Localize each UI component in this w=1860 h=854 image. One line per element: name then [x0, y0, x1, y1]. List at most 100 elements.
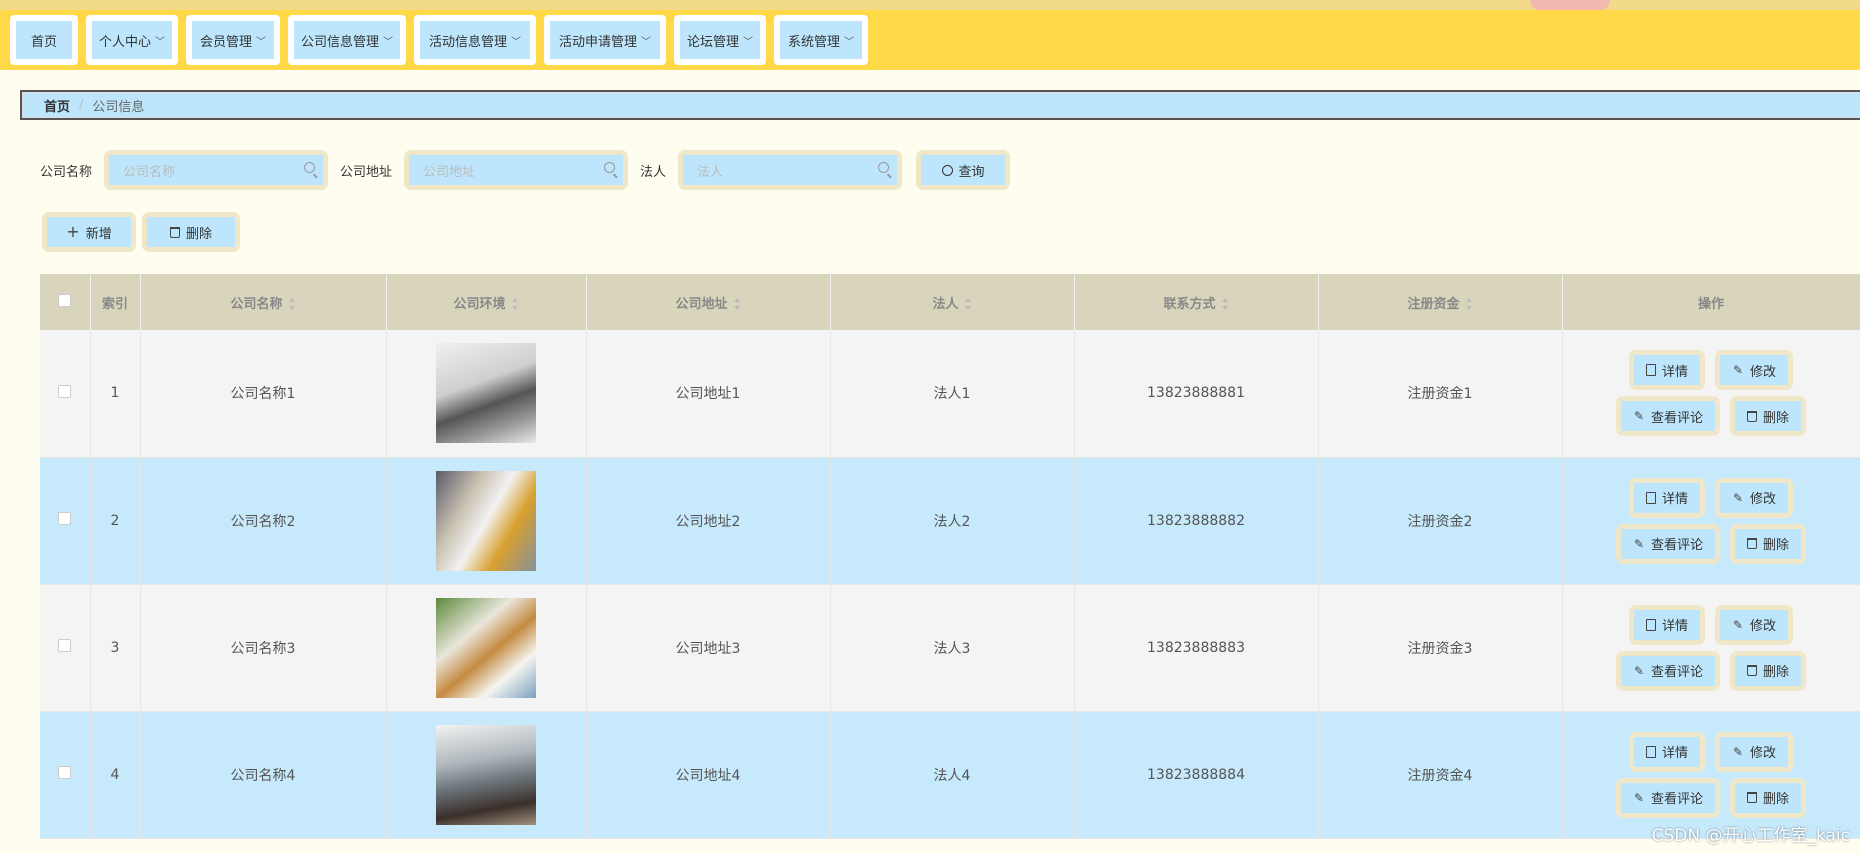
trash-icon [169, 226, 180, 238]
company-environment-image[interactable] [436, 724, 536, 825]
view-comments-label: 查看评论 [1650, 538, 1703, 553]
detail-button[interactable]: 详情 [1628, 477, 1705, 518]
row-delete-label: 删除 [1763, 665, 1790, 680]
header-environment[interactable]: 公司环境 [386, 274, 587, 330]
add-button-label: 新增 [85, 226, 112, 242]
add-button[interactable]: + 新增 [42, 212, 136, 252]
row-delete-button[interactable]: 删除 [1730, 523, 1807, 564]
header-company-name[interactable]: 公司名称 [140, 274, 387, 330]
header-operations-label: 操作 [1697, 296, 1724, 312]
sort-icon[interactable] [288, 298, 296, 310]
nav-item-application-management[interactable]: 活动申请管理 ﹀ [544, 15, 666, 65]
view-comments-button[interactable]: ✎ 查看评论 [1615, 396, 1720, 437]
nav-item-personal-center[interactable]: 个人中心 ﹀ [86, 15, 178, 65]
header-legal-label: 法人 [932, 296, 959, 312]
edit-icon: ✎ [1633, 663, 1645, 678]
legal-person-label: 法人 [640, 164, 667, 180]
edit-button[interactable]: ✎ 修改 [1715, 477, 1794, 518]
detail-button[interactable]: 详情 [1628, 604, 1705, 645]
row-delete-button[interactable]: 删除 [1730, 650, 1807, 691]
search-icon [604, 162, 616, 173]
row-checkbox[interactable] [58, 384, 72, 398]
edit-label: 修改 [1750, 492, 1777, 507]
row-delete-button[interactable]: 删除 [1730, 777, 1807, 818]
edit-button[interactable]: ✎ 修改 [1715, 604, 1794, 645]
company-name-input[interactable]: 公司名称 [104, 150, 329, 190]
edit-icon: ✎ [1633, 536, 1645, 551]
nav-item-activity-management[interactable]: 活动信息管理 ﹀ [414, 15, 536, 65]
cell-address: 公司地址2 [586, 457, 831, 585]
detail-label: 详情 [1661, 746, 1688, 761]
nav-item-label: 公司信息管理 [300, 34, 379, 50]
edit-icon: ✎ [1633, 790, 1645, 805]
edit-icon: ✎ [1732, 490, 1744, 505]
detail-button[interactable]: 详情 [1628, 350, 1705, 391]
cell-address: 公司地址3 [586, 584, 831, 712]
query-button-label: 查询 [958, 164, 985, 180]
sort-icon[interactable] [964, 298, 972, 310]
detail-label: 详情 [1661, 364, 1688, 380]
view-comments-button[interactable]: ✎ 查看评论 [1615, 523, 1720, 564]
row-operations: 详情 ✎ 修改 ✎ 查看评论 删除 [1563, 477, 1860, 564]
cell-legal: 法人2 [830, 457, 1075, 585]
select-all-checkbox[interactable] [58, 293, 72, 307]
search-icon [878, 162, 890, 173]
chevron-down-icon: ﹀ [256, 36, 266, 48]
batch-delete-label: 删除 [185, 226, 212, 242]
chevron-down-icon: ﹀ [641, 36, 651, 48]
legal-person-placeholder: 法人 [697, 164, 724, 180]
sort-icon[interactable] [1221, 298, 1229, 310]
company-environment-image[interactable] [436, 343, 536, 444]
row-delete-button[interactable]: 删除 [1730, 396, 1807, 437]
document-icon [1645, 618, 1656, 631]
edit-button[interactable]: ✎ 修改 [1715, 350, 1794, 391]
company-name-label: 公司名称 [40, 164, 93, 180]
company-name-placeholder: 公司名称 [123, 164, 176, 180]
search-icon [941, 164, 953, 176]
cell-phone: 13823888883 [1074, 584, 1319, 712]
company-address-placeholder: 公司地址 [423, 164, 476, 180]
header-capital[interactable]: 注册资金 [1318, 274, 1563, 330]
sort-icon[interactable] [733, 298, 741, 310]
header-phone[interactable]: 联系方式 [1074, 274, 1319, 330]
nav-item-home[interactable]: 首页 [10, 15, 78, 65]
cell-capital: 注册资金3 [1318, 584, 1563, 712]
view-comments-button[interactable]: ✎ 查看评论 [1615, 777, 1720, 818]
row-checkbox[interactable] [58, 512, 72, 525]
nav-item-forum-management[interactable]: 论坛管理 ﹀ [674, 15, 766, 65]
company-address-input[interactable]: 公司地址 [404, 150, 629, 190]
nav-item-company-management[interactable]: 公司信息管理 ﹀ [288, 15, 406, 65]
nav-item-system-management[interactable]: 系统管理 ﹀ [774, 15, 868, 65]
legal-person-input[interactable]: 法人 [678, 150, 903, 190]
header-address[interactable]: 公司地址 [586, 274, 831, 330]
row-checkbox[interactable] [58, 639, 72, 652]
breadcrumb: 首页 / 公司信息 [20, 90, 1860, 120]
chevron-down-icon: ﹀ [383, 36, 393, 48]
view-comments-label: 查看评论 [1650, 792, 1703, 807]
row-checkbox[interactable] [58, 766, 72, 779]
header-legal[interactable]: 法人 [830, 274, 1075, 330]
header-index: 索引 [90, 274, 141, 330]
table-row: 2 公司名称2 公司地址2 法人2 13823888882 注册资金2 详情 ✎… [40, 457, 1860, 585]
company-environment-image[interactable] [436, 597, 536, 698]
cell-legal: 法人1 [830, 330, 1075, 458]
edit-button[interactable]: ✎ 修改 [1715, 731, 1794, 772]
search-bar: 公司名称 公司名称 公司地址 公司地址 法人 法人 查询 [40, 150, 1011, 190]
trash-icon [1747, 538, 1757, 549]
company-table: 索引 公司名称 公司环境 公司地址 法人 联系方式 注册资金 操作 1 公司名称… [40, 274, 1860, 839]
sort-icon[interactable] [511, 298, 519, 310]
cell-capital: 注册资金4 [1318, 711, 1563, 839]
query-button[interactable]: 查询 [916, 150, 1011, 190]
detail-button[interactable]: 详情 [1628, 731, 1705, 772]
batch-delete-button[interactable]: 删除 [142, 212, 240, 252]
document-icon [1645, 491, 1656, 504]
edit-icon: ✎ [1732, 617, 1744, 632]
chevron-down-icon: ﹀ [511, 36, 521, 48]
company-environment-image[interactable] [436, 470, 536, 571]
sort-icon[interactable] [1465, 298, 1473, 310]
action-toolbar: + 新增 删除 [42, 212, 240, 252]
nav-item-member-management[interactable]: 会员管理 ﹀ [186, 15, 280, 65]
trash-icon [1747, 665, 1757, 676]
view-comments-button[interactable]: ✎ 查看评论 [1615, 650, 1720, 691]
breadcrumb-home[interactable]: 首页 [44, 96, 70, 115]
